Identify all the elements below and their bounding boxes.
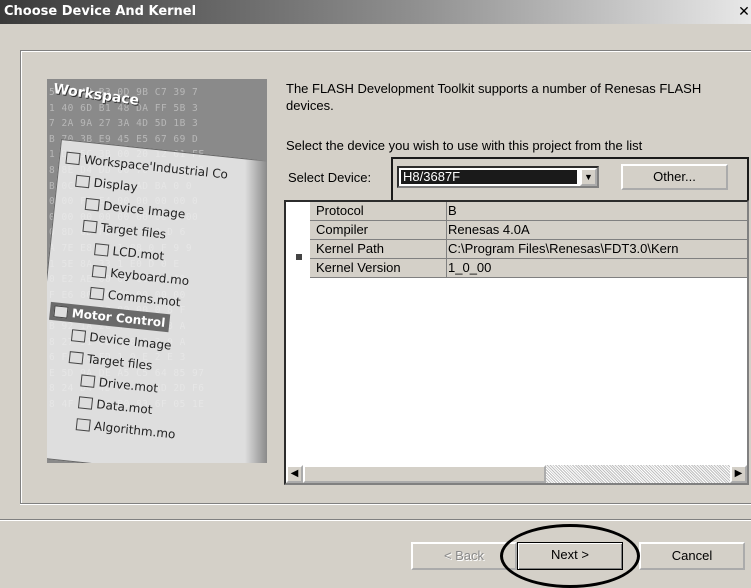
folder-icon <box>70 329 87 343</box>
table-row: Compiler Renesas 4.0A <box>310 221 747 239</box>
folder-icon <box>68 351 84 365</box>
title-bar: Choose Device And Kernel ✕ <box>0 0 751 24</box>
frame-divider <box>20 503 751 505</box>
property-value: Renesas 4.0A <box>448 222 530 237</box>
device-properties-list[interactable]: Protocol B Compiler Renesas 4.0A Kernel … <box>284 200 749 485</box>
row-divider <box>310 277 747 278</box>
property-value: C:\Program Files\Renesas\FDT3.0\Kern <box>448 241 679 256</box>
select-device-label: Select Device: <box>288 170 372 185</box>
tree-item-label: Data.mot <box>95 397 154 417</box>
folder-icon <box>77 396 94 410</box>
folder-icon <box>65 151 81 166</box>
tree-item-label: Target files <box>86 351 153 373</box>
property-value: 1_0_00 <box>448 260 492 275</box>
tree-item-label: Target files <box>100 220 167 242</box>
tree-item-label: Drive.mot <box>98 375 159 396</box>
folder-icon <box>84 197 100 212</box>
tree-item-label: Display <box>92 175 139 195</box>
instruction-text: Select the device you wish to use with t… <box>286 138 643 153</box>
tree-item: Data.mot <box>77 393 154 419</box>
tree-item-label: Device Image <box>88 330 173 353</box>
tree-item-label: Motor Control <box>71 306 166 330</box>
property-key: Compiler <box>316 222 369 237</box>
table-row: Kernel Path C:\Program Files\Renesas\FDT… <box>310 240 747 258</box>
tree-item: LCD.mot <box>94 240 165 265</box>
window-title: Choose Device And Kernel <box>4 4 197 19</box>
button-separator <box>0 519 751 521</box>
tree-item: Drive.mot <box>80 371 159 397</box>
cancel-button-label: Cancel <box>671 548 713 563</box>
tree-item-label: Algorithm.mo <box>93 419 177 442</box>
tree-item-label: Comms.mot <box>107 287 182 310</box>
selected-bullet-icon <box>296 254 302 260</box>
folder-icon <box>75 174 91 189</box>
illustration-fade <box>245 79 267 463</box>
description-text: The FLASH Development Toolkit supports a… <box>286 81 702 113</box>
scrollbar-track[interactable] <box>546 465 730 483</box>
folder-icon <box>75 418 91 432</box>
property-key: Protocol <box>316 203 364 218</box>
scrollbar-thumb[interactable] <box>303 465 546 483</box>
cancel-button[interactable]: Cancel <box>639 542 745 570</box>
folder-icon <box>80 374 96 388</box>
tree-item-label: Keyboard.mo <box>109 265 190 289</box>
folder-icon <box>53 305 69 319</box>
tree-item-label: LCD.mot <box>111 244 165 264</box>
column-divider <box>446 202 447 278</box>
workspace-tree: Workspace'Industrial Co Display Device Ima… <box>47 139 267 463</box>
tree-item: Algorithm.mo <box>75 415 176 443</box>
folder-icon <box>94 243 110 257</box>
folder-icon <box>82 219 98 234</box>
table-row: Protocol B <box>310 202 747 220</box>
folder-icon <box>89 286 105 301</box>
tree-item: Display <box>75 172 139 196</box>
annotation-highlight-rectangle <box>391 157 749 205</box>
back-button-label: < Back <box>443 548 485 563</box>
property-key: Kernel Version <box>316 260 401 275</box>
workspace-illustration: 5 10 4B B3 0D 9B C7 39 7 1 40 6D B1 48 D… <box>47 79 267 463</box>
scroll-left-icon[interactable]: ◀ <box>286 465 303 483</box>
folder-icon <box>91 265 107 279</box>
property-key: Kernel Path <box>316 241 384 256</box>
tree-item-label: Device Image <box>102 198 186 222</box>
annotation-highlight-ellipse <box>500 524 640 588</box>
scroll-right-icon[interactable]: ▶ <box>730 465 747 483</box>
table-row: Kernel Version 1_0_00 <box>310 259 747 277</box>
close-icon[interactable]: ✕ <box>737 5 751 20</box>
horizontal-scrollbar[interactable]: ◀ ▶ <box>286 465 747 483</box>
property-value: B <box>448 203 457 218</box>
